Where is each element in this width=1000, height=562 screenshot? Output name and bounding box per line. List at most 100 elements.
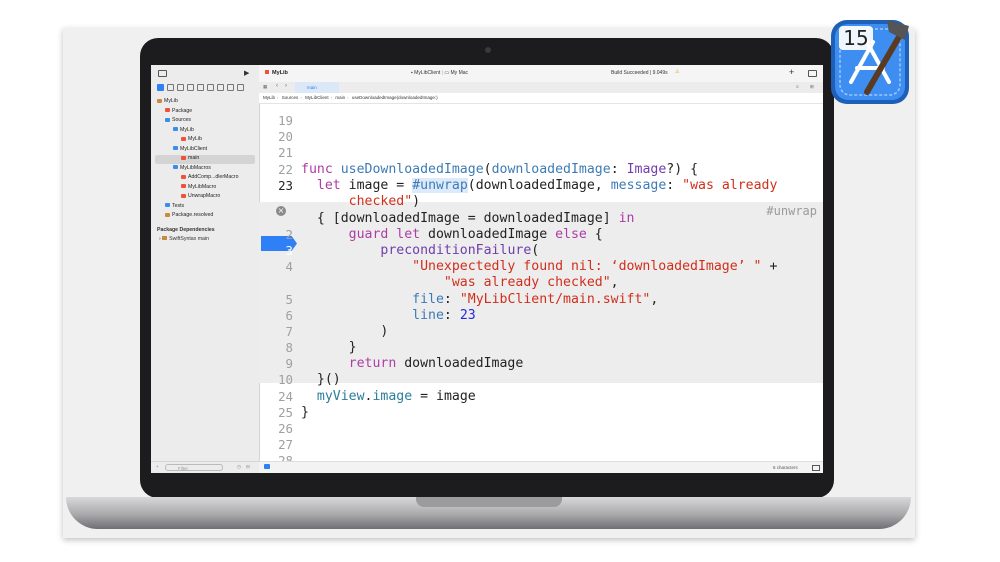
issue-navigator-icon[interactable] <box>197 83 204 91</box>
line-number: 6 <box>285 308 293 323</box>
swift-icon <box>181 155 186 160</box>
line-number: 8 <box>285 340 293 355</box>
sidebar-item-label: Tests <box>172 202 185 209</box>
line-number: 23 <box>278 178 293 193</box>
folder-icon <box>173 146 178 151</box>
editor-status-bar: 6 characters <box>259 461 823 473</box>
panel-toggle-icon[interactable] <box>812 465 820 471</box>
sidebar-item-label: MyLib <box>164 98 178 104</box>
jumpbar-item[interactable]: MyLib <box>259 95 275 100</box>
symbol-navigator-icon[interactable] <box>177 83 184 91</box>
line-number: 10 <box>278 372 293 387</box>
laptop-notch <box>416 497 562 507</box>
warning-icon[interactable]: ⚠ <box>675 69 679 75</box>
sidebar-item[interactable]: Package <box>165 107 192 116</box>
line-number: 9 <box>285 356 293 371</box>
jumpbar-item[interactable]: main <box>335 95 345 100</box>
project-navigator-icon[interactable] <box>157 83 164 91</box>
test-navigator-icon[interactable] <box>207 83 214 91</box>
code-line: func useDownloadedImage(downloadedImage:… <box>301 162 699 177</box>
dependency-label: SwiftSyntax main <box>169 236 209 242</box>
sidebar-item[interactable]: Sources <box>165 116 191 125</box>
sidebar-item[interactable]: Package.resolved <box>165 211 213 220</box>
sidebar-item[interactable]: MyLibMacro <box>181 183 216 192</box>
dependency-swiftsyntax[interactable]: › SwiftSyntax main <box>159 236 209 242</box>
recent-files-icon[interactable]: ◷ <box>237 464 241 470</box>
jumpbar-item[interactable]: useDownloadedImage(downloadedImage:) <box>352 95 438 100</box>
tab-main[interactable]: main <box>295 82 339 93</box>
filter-options-icon[interactable]: ⊟ <box>246 464 250 470</box>
folder-icon <box>173 127 178 132</box>
sidebar-item[interactable]: MyLib <box>181 135 202 144</box>
package-icon <box>162 236 168 240</box>
code-line: file: "MyLibClient/main.swift", <box>412 292 659 307</box>
sidebar-item-label: main <box>188 155 200 161</box>
line-number: 22 <box>278 162 293 177</box>
source-control-icon[interactable] <box>167 83 174 91</box>
line-number: 27 <box>278 437 293 452</box>
xcode-icon: 15 <box>831 20 909 104</box>
report-navigator-icon[interactable] <box>237 83 244 91</box>
navigator-selector <box>151 82 265 92</box>
line-number: 19 <box>278 113 293 128</box>
add-icon[interactable]: + <box>156 464 159 469</box>
code-line: ) <box>301 324 389 339</box>
run-icon[interactable]: ▶ <box>244 69 249 77</box>
swift-icon <box>181 184 186 189</box>
jump-bar: MyLib › Sources › MyLibClient › main › useDo… <box>259 93 823 104</box>
code-line: { [downloadedImage = downloadedImage] in <box>301 211 635 226</box>
sidebar-item[interactable]: Tests <box>165 202 184 211</box>
navigator-sidebar: ▶ MyLib Package Sources MyLib MyLib MyLibClie… <box>151 65 260 473</box>
code-editor[interactable]: × #unwrap 192021222323456789102425262728… <box>259 104 823 468</box>
swift-icon <box>181 136 186 141</box>
sidebar-item-label: UnwrapMacro <box>188 193 221 199</box>
sidebar-item-label: AddComp...dlerMacro <box>188 174 239 180</box>
back-icon[interactable]: ‹ <box>276 83 278 89</box>
line-number: 25 <box>278 405 293 420</box>
jumpbar-item[interactable]: MyLibClient <box>305 95 329 100</box>
sidebar-item[interactable]: AddComp...dlerMacro <box>181 173 238 182</box>
code-line: line: 23 <box>412 308 476 323</box>
sidebar-item[interactable]: UnwrapMacro <box>181 192 220 201</box>
sidebar-toggle-icon[interactable] <box>158 70 167 77</box>
inspector-toggle-icon[interactable] <box>808 70 817 77</box>
sidebar-item[interactable]: MyLib <box>157 97 178 106</box>
close-expansion-icon[interactable]: × <box>276 206 286 216</box>
sidebar-item-label: MyLib <box>188 136 202 142</box>
code-line: checked") <box>301 194 421 209</box>
line-number: 4 <box>285 259 293 274</box>
sidebar-item-label: MyLibMacros <box>180 164 211 171</box>
jumpbar-item[interactable]: Sources <box>282 95 299 100</box>
folder-icon <box>173 165 178 170</box>
line-number: 24 <box>278 389 293 404</box>
swift-icon <box>181 174 186 179</box>
line-number: 3 <box>285 243 293 258</box>
debug-area-toggle-icon[interactable] <box>264 464 270 469</box>
grid-icon[interactable]: ▦ <box>263 84 267 90</box>
add-button[interactable]: + <box>789 67 794 77</box>
sidebar-item[interactable]: MyLibMacros <box>173 164 211 173</box>
line-number: 26 <box>278 421 293 436</box>
code-line: "was already checked", <box>443 275 619 290</box>
related-items-icon[interactable]: ≡ <box>796 84 799 89</box>
sidebar-item-label: Package.resolved <box>172 212 214 218</box>
filter-field[interactable]: Filter <box>165 464 223 471</box>
breakpoint-navigator-icon[interactable] <box>227 83 234 91</box>
selection-status: 6 characters <box>773 465 798 470</box>
macro-expansion-label: #unwrap <box>766 204 817 218</box>
split-editor-icon[interactable]: ⊞ <box>810 84 814 90</box>
forward-icon[interactable]: › <box>285 83 287 89</box>
scheme-selector[interactable]: ▪ MyLibClient | ▭ My Mac <box>411 70 468 76</box>
folder-icon <box>165 117 170 122</box>
debug-navigator-icon[interactable] <box>217 83 224 91</box>
swift-icon <box>181 193 186 198</box>
sidebar-item[interactable]: main <box>181 154 199 163</box>
line-number: 20 <box>278 129 293 144</box>
sidebar-item[interactable]: MyLibClient <box>173 145 207 154</box>
package-dependencies-header: Package Dependencies <box>157 227 215 233</box>
sidebar-item[interactable]: MyLib <box>173 126 194 135</box>
code-line: myView.image = image <box>316 389 476 404</box>
find-navigator-icon[interactable] <box>187 83 194 91</box>
code-line: return downloadedImage <box>348 356 524 371</box>
destination-label: My Mac <box>450 70 469 76</box>
